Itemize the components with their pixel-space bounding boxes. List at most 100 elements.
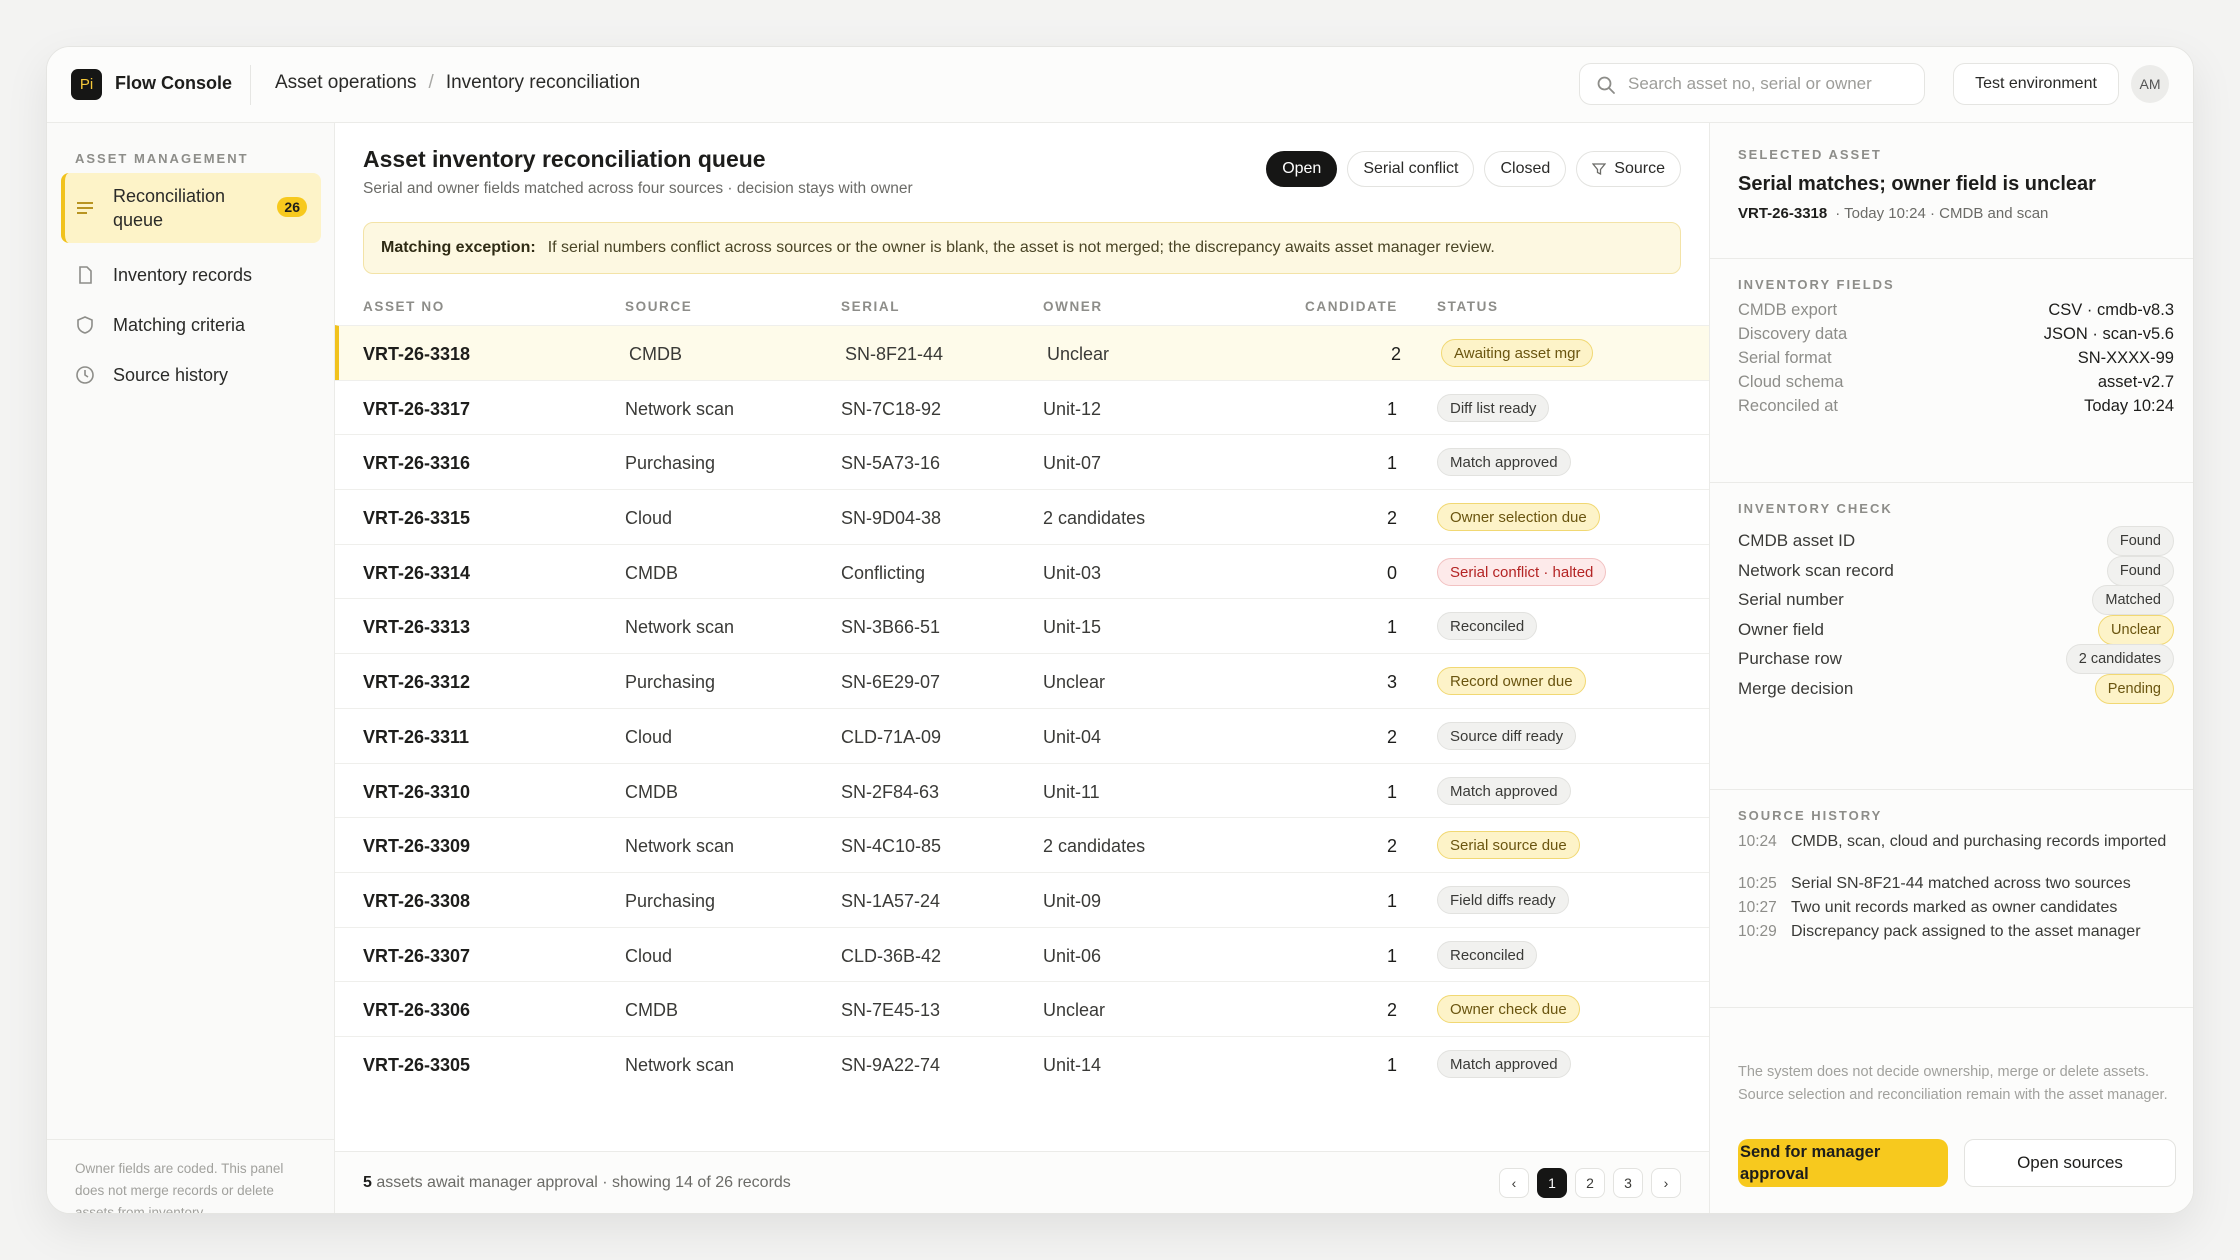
table-row[interactable]: VRT-26-3306 CMDB SN-7E45-13 Unclear 2 Owner c… [335,981,1709,1036]
sidebar-item-label: Inventory records [113,264,253,285]
sidebar-item-matching-criteria[interactable]: Matching criteria [61,301,321,349]
inventory-check-section: INVENTORY CHECK CMDB asset ID Found Networ… [1710,483,2193,790]
search-input[interactable] [1628,74,1908,94]
filter-closed[interactable]: Closed [1484,151,1567,187]
check-label: Serial number [1738,590,1844,610]
asset-no-cell: VRT-26-3315 [363,508,471,529]
candidate-cell: 1 [1386,890,1397,911]
serial-cell: CLD-71A-09 [841,726,942,747]
environment-button[interactable]: Test environment [1953,63,2119,105]
table-row[interactable]: VRT-26-3315 Cloud SN-9D04-38 2 candidates 2 O… [335,489,1709,544]
history-entry: 10:29 Discrepancy pack assigned to the as… [1738,920,2174,944]
document-icon [79,266,92,284]
table-row[interactable]: VRT-26-3312 Purchasing SN-6E29-07 Unclear 3 R… [335,653,1709,708]
owner-cell: Unit-09 [1043,890,1102,911]
candidate-cell: 1 [1386,945,1397,966]
breadcrumb: Asset operations / Inventory reconciliat… [275,72,640,94]
owner-cell: Unit-11 [1043,781,1100,802]
source-history-label: SOURCE HISTORY [1738,808,1883,823]
page-1-button[interactable]: 1 [1537,1168,1567,1198]
check-label: Merge decision [1738,679,1854,698]
field-value: Today 10:24 [2084,397,2174,415]
table-row[interactable]: VRT-26-3314 CMDB Conflicting Unit-03 0 Serial… [335,543,1709,599]
prev-page-button[interactable]: ‹ [1499,1168,1529,1198]
filter-source[interactable]: Source [1576,151,1681,187]
history-text: Two unit records marked as owner candida… [1791,899,2118,916]
footer-summary: 5 assets await manager approval · showin… [363,1174,791,1192]
field-key: Discovery data [1738,325,1848,343]
check-status-badge: Unclear [2098,614,2174,645]
app-name[interactable]: Flow Console [115,73,232,94]
check-label: Purchase row [1738,649,1842,669]
source-cell: Cloud [625,726,673,747]
candidate-cell: 2 [1386,836,1397,857]
sidebar-item-label: Source history [113,364,229,385]
shield-icon [77,316,93,334]
source-cell: Network scan [625,1054,735,1075]
candidate-cell: 0 [1386,562,1397,583]
column-owner[interactable]: OWNER [1043,299,1103,314]
table-row[interactable]: VRT-26-3318 CMDB SN-8F21-44 Unclear 2 Awaitin… [335,325,1709,380]
panel-note: The system does not decide ownership, me… [1738,1064,2168,1103]
breadcrumb-inventory-reconciliation[interactable]: Inventory reconciliation [446,72,640,94]
owner-cell: Unit-04 [1043,726,1102,747]
app-logo[interactable]: Pi [71,69,102,100]
sidebar-item-label: Reconciliation queue [113,186,226,230]
search-box[interactable] [1579,63,1925,105]
field-value: JSON · scan-v5.6 [2043,325,2174,343]
table-row[interactable]: VRT-26-3308 Purchasing SN-1A57-24 Unit-09 1 F… [335,871,1709,927]
button-label-line-2: approval [1740,1165,1809,1183]
check-label: Owner field [1738,619,1824,639]
asset-no-cell: VRT-26-3305 [363,1054,471,1075]
open-sources-button[interactable]: Open sources [1964,1139,2176,1187]
table-row[interactable]: VRT-26-3316 Purchasing SN-5A73-16 Unit-07 1 M… [335,434,1709,489]
sidebar-item-inventory-records[interactable]: Inventory records [61,251,321,299]
owner-cell: Unit-06 [1043,945,1102,966]
sidebar-item-source-history[interactable]: Source history [61,351,321,399]
next-page-button[interactable]: › [1651,1168,1681,1198]
breadcrumb-separator: / [428,72,434,93]
table-row[interactable]: VRT-26-3311 Cloud CLD-71A-09 Unit-04 2 Source… [335,707,1709,763]
table-row[interactable]: VRT-26-3309 Network scan SN-4C10-85 2 candi… [335,817,1709,872]
owner-cell: 2 candidates [1043,508,1146,529]
field-key: Reconciled at [1738,397,1838,415]
column-candidate[interactable]: CANDIDATE [1305,299,1398,314]
detail-panel: SELECTED ASSET Serial matches; owner fie… [1709,123,2193,1213]
status-badge: Reconciled [1437,940,1538,969]
inventory-check-row: Merge decision Pending [1738,674,2174,704]
avatar[interactable]: AM [2131,65,2169,103]
column-serial[interactable]: SERIAL [841,299,900,314]
sidebar-item-reconciliation-queue[interactable]: Reconciliation queue 26 [61,173,321,243]
table-row[interactable]: VRT-26-3310 CMDB SN-2F84-63 Unit-11 1 Match a… [335,762,1709,818]
source-cell: CMDB [625,781,678,802]
table-row[interactable]: VRT-26-3313 Network scan SN-3B66-51 Unit-15… [335,598,1709,653]
owner-cell: Unit-07 [1043,453,1102,474]
column-source[interactable]: SOURCE [625,299,692,314]
clock-icon [76,366,94,384]
breadcrumb-asset-operations[interactable]: Asset operations [275,72,417,94]
check-status-badge: Found [2106,526,2174,556]
candidate-cell: 2 [1390,344,1401,364]
candidate-cell: 1 [1386,453,1397,474]
selected-asset-id: VRT-26-3318 [1738,205,1828,222]
table-row[interactable]: VRT-26-3305 Network scan SN-9A22-74 Unit-14… [335,1035,1709,1091]
column-status[interactable]: STATUS [1437,299,1499,314]
status-badge: Serial conflict · halted [1437,557,1607,586]
send-for-approval-button[interactable]: Send for manager approval [1738,1139,1948,1187]
source-history-section: SOURCE HISTORY 10:24 CMDB, scan, cloud an… [1710,790,2193,1008]
field-key: Serial format [1738,349,1832,367]
page-3-button[interactable]: 3 [1613,1168,1643,1198]
filter-open[interactable]: Open [1266,151,1338,187]
check-label: Network scan record [1738,560,1894,580]
history-time: 10:25 [1738,875,1777,892]
table-row[interactable]: VRT-26-3307 Cloud CLD-36B-42 Unit-06 1 Reconc… [335,926,1709,982]
inventory-check-row: Purchase row 2 candidates [1738,644,2174,675]
check-status-badge: Matched [2092,585,2174,616]
serial-cell: SN-8F21-44 [845,344,944,364]
asset-no-cell: VRT-26-3311 [363,726,470,747]
column-asset-no[interactable]: ASSET NO [363,299,445,314]
table-row[interactable]: VRT-26-3317 Network scan SN-7C18-92 Unit-12… [335,379,1709,435]
page-2-button[interactable]: 2 [1575,1168,1605,1198]
filter-serial-conflict[interactable]: Serial conflict [1347,151,1475,187]
table-footer: 5 assets await manager approval · showin… [335,1151,1709,1213]
